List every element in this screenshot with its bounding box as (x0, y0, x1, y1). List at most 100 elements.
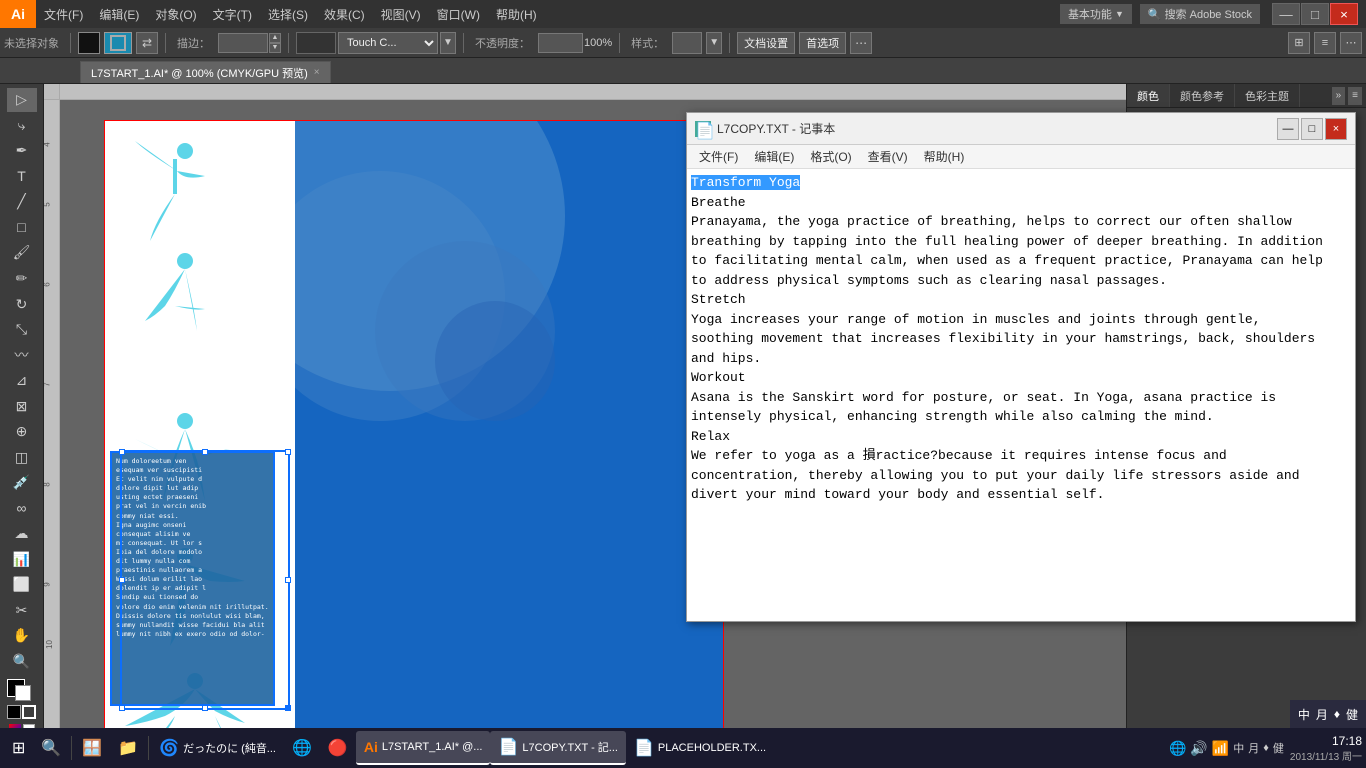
notepad-minimize-button[interactable]: — (1277, 118, 1299, 140)
notepad-titlebar[interactable]: 📄 L7COPY.TXT - 记事本 — □ × (687, 113, 1355, 145)
stroke-box[interactable] (22, 705, 36, 719)
symbol-sprayer-tool[interactable]: ☁ (7, 522, 37, 546)
line-tool[interactable]: ╱ (7, 190, 37, 214)
type-tool[interactable]: T (7, 165, 37, 189)
notepad-menu-edit[interactable]: 编辑(E) (746, 145, 802, 168)
menu-view[interactable]: 视图(V) (373, 0, 429, 28)
color-swap-button[interactable]: ⇄ (136, 32, 158, 54)
taskbar-app-1[interactable]: 📁 (110, 731, 146, 765)
notepad-content-area[interactable]: Transform Yoga Breathe Pranayama, the yo… (687, 169, 1355, 621)
opacity-input[interactable] (538, 33, 583, 53)
slice-tool[interactable]: ✂ (7, 599, 37, 623)
panel-tab-color[interactable]: 颜色 (1127, 84, 1170, 107)
toolbar-sep-2 (165, 33, 166, 53)
column-graph-tool[interactable]: 📊 (7, 548, 37, 572)
style-swatch[interactable] (672, 32, 702, 54)
pencil-tool[interactable]: ✏ (7, 267, 37, 291)
app-minimize-button[interactable]: — (1272, 3, 1300, 25)
workspace-switcher[interactable]: 基本功能 ▼ (1060, 4, 1132, 24)
rotate-tool[interactable]: ↻ (7, 292, 37, 316)
menu-window[interactable]: 窗口(W) (429, 0, 488, 28)
toolbar-more-button[interactable]: ⋯ (850, 32, 872, 54)
stroke-color-swatch[interactable] (104, 32, 132, 54)
hand-tool[interactable]: ✋ (7, 624, 37, 648)
tray-wifi-icon[interactable]: 📶 (1212, 740, 1229, 757)
panel-tab-color-theme[interactable]: 色彩主题 (1235, 84, 1300, 107)
notepad-menu-format[interactable]: 格式(O) (802, 145, 859, 168)
stroke-width-stepper[interactable]: ▲ ▼ (218, 33, 281, 53)
clock[interactable]: 17:18 2013/11/13 周一 (1290, 734, 1362, 763)
stroke-stepper-arrows[interactable]: ▲ ▼ (269, 33, 281, 53)
doc-settings-button[interactable]: 文档设置 (737, 32, 795, 54)
menu-edit[interactable]: 编辑(E) (91, 0, 147, 28)
taskbar-search[interactable]: 🔍 (33, 731, 69, 765)
document-tab[interactable]: L7START_1.AI* @ 100% (CMYK/GPU 预览) × (80, 61, 331, 83)
menu-object[interactable]: 对象(O) (147, 0, 204, 28)
pen-tool[interactable]: ✒ (7, 139, 37, 163)
taskbar-app-placeholder[interactable]: 📄 PLACEHOLDER.TX... (626, 731, 774, 765)
preferences-button[interactable]: 首选项 (799, 32, 846, 54)
eyedropper-tool[interactable]: 💉 (7, 471, 37, 495)
align-button[interactable]: ≡ (1314, 32, 1336, 54)
opacity-control[interactable]: 100% (538, 33, 612, 53)
tab-close-button[interactable]: × (314, 67, 320, 78)
brush-select[interactable]: Touch C... (338, 32, 438, 54)
taskbar-app-notepad[interactable]: 📄 L7COPY.TXT - 記... (490, 731, 626, 765)
notepad-task-label: L7COPY.TXT - 記... (522, 739, 618, 755)
stock-search[interactable]: 🔍 搜索 Adobe Stock (1140, 4, 1260, 24)
tray-network-icon[interactable]: 🌐 (1169, 740, 1186, 757)
shapebuilder-tool[interactable]: ⊕ (7, 420, 37, 444)
arrange-button[interactable]: ⊞ (1288, 32, 1310, 54)
panel-menu-button[interactable]: ≡ (1348, 87, 1362, 105)
app-maximize-button[interactable]: □ (1301, 3, 1329, 25)
notepad-close-button[interactable]: × (1325, 118, 1347, 140)
warp-tool[interactable]: 〰 (7, 343, 37, 367)
menu-file[interactable]: 文件(F) (36, 0, 91, 28)
selection-tool[interactable]: ▷ (7, 88, 37, 112)
stroke-down-arrow[interactable]: ▼ (269, 43, 281, 53)
app-close-button[interactable]: × (1330, 3, 1358, 25)
rectangle-tool[interactable]: □ (7, 216, 37, 240)
taskbar-app-illustrator[interactable]: Ai L7START_1.AI* @... (356, 731, 491, 765)
ruler-num-8: 8 (44, 482, 52, 486)
fill-box[interactable] (7, 705, 21, 719)
taskbar-app-music[interactable]: 🌀 だったのに (純音... (151, 731, 284, 765)
panel-tab-color-guide[interactable]: 颜色参考 (1170, 84, 1235, 107)
stroke-up-arrow[interactable]: ▲ (269, 33, 281, 43)
notepad-maximize-button[interactable]: □ (1301, 118, 1323, 140)
notepad-menu-view[interactable]: 查看(V) (860, 145, 916, 168)
taskbar-app-browser[interactable]: 🌐 (284, 731, 320, 765)
menu-effect[interactable]: 效果(C) (316, 0, 373, 28)
menu-text[interactable]: 文字(T) (205, 0, 260, 28)
stroke-width-input[interactable] (218, 33, 268, 53)
panel-expand-button[interactable]: » (1332, 87, 1346, 105)
menu-select[interactable]: 选择(S) (260, 0, 316, 28)
gradient-tool[interactable]: ◫ (7, 445, 37, 469)
taskbar-app-4[interactable]: 🔴 (320, 731, 356, 765)
menu-help[interactable]: 帮助(H) (488, 0, 545, 28)
blend-tool[interactable]: ∞ (7, 497, 37, 521)
brush-dropdown-arrow[interactable]: ▼ (440, 32, 456, 54)
fill-color-swatch[interactable] (78, 32, 100, 54)
free-transform-tool[interactable]: ⊠ (7, 394, 37, 418)
ime-label-2: 月 (1316, 706, 1328, 723)
style-dropdown-arrow[interactable]: ▼ (706, 32, 722, 54)
color-swatches[interactable] (7, 679, 37, 701)
artboard-tool[interactable]: ⬜ (7, 573, 37, 597)
tray-volume-icon[interactable]: 🔊 (1190, 740, 1207, 757)
notepad-menu-file[interactable]: 文件(F) (691, 145, 746, 168)
scale-tool[interactable]: ⤡ (7, 318, 37, 342)
ruler-num-9: 9 (44, 582, 52, 586)
notepad-menu-help[interactable]: 帮助(H) (916, 145, 973, 168)
ime-label-1: 中 (1298, 706, 1310, 723)
direct-selection-tool[interactable]: ⤷ (7, 114, 37, 138)
fill-stroke-toggle[interactable] (7, 705, 36, 719)
more-tools-button[interactable]: ⋯ (1340, 32, 1362, 54)
taskbar-app-0[interactable]: 🪟 (74, 731, 110, 765)
notepad-window: 📄 L7COPY.TXT - 记事本 — □ × 文件(F) 编辑(E) 格式(… (686, 112, 1356, 622)
width-tool[interactable]: ⊿ (7, 369, 37, 393)
start-button[interactable]: ⊞ (4, 731, 33, 765)
paintbrush-tool[interactable]: 🖌 (7, 241, 37, 265)
notepad-window-icon: 📄 (695, 121, 711, 137)
zoom-tool[interactable]: 🔍 (7, 650, 37, 674)
